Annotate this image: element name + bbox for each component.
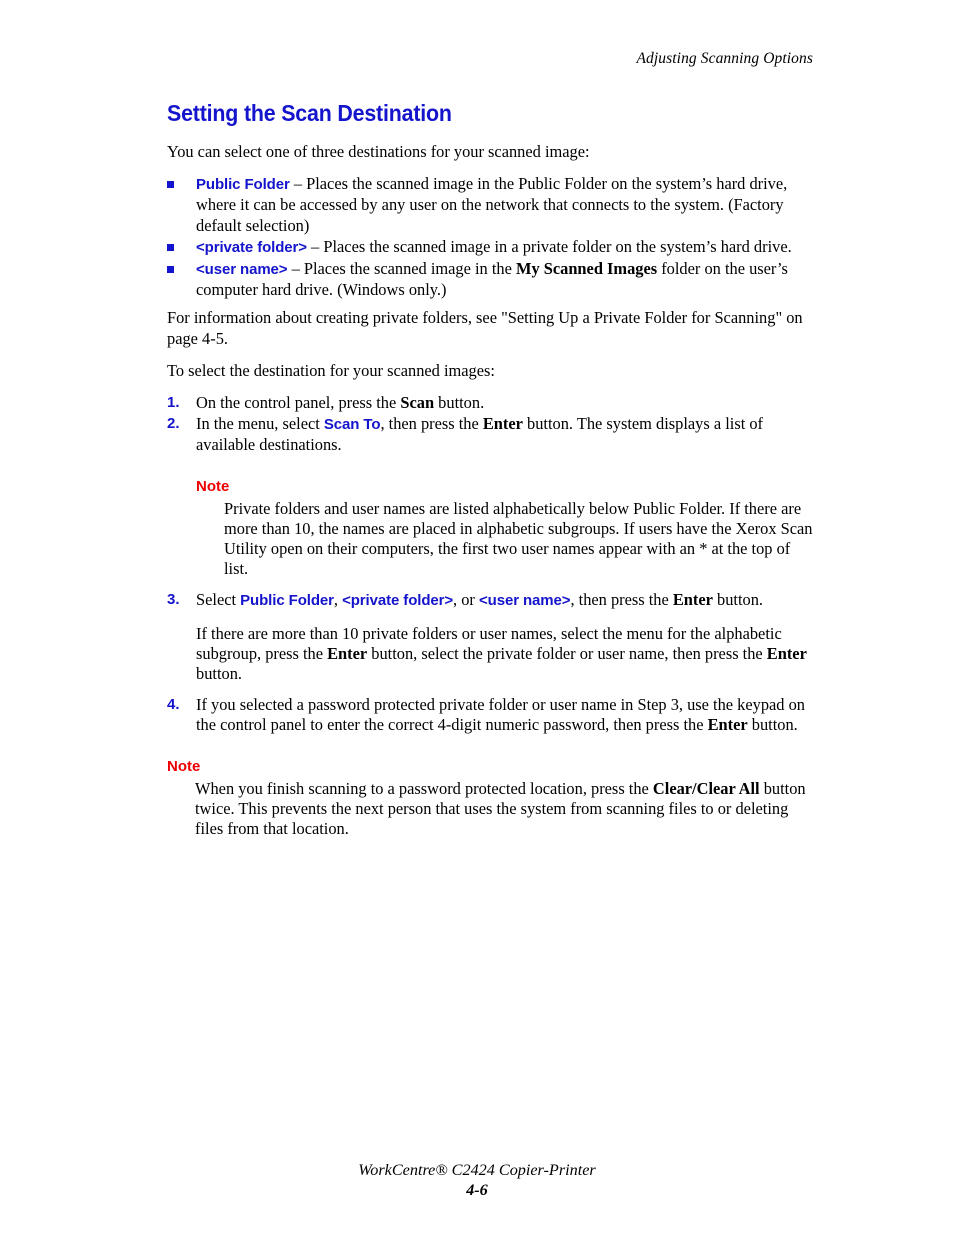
step-text-before: On the control panel, press the: [196, 393, 401, 413]
scan-to-menu-label: Scan To: [323, 416, 381, 434]
step-2: 2. In the menu, select Scan To, then pres…: [167, 414, 815, 455]
step-text-before: Select: [196, 590, 241, 610]
enter-button-label: Enter: [482, 414, 523, 434]
user-name-option-label: <user name>: [478, 592, 571, 610]
enter-button-label: Enter: [707, 715, 748, 735]
step-text-before: In the menu, select: [196, 414, 324, 434]
destinations-list: Public Folder – Places the scanned image…: [167, 174, 815, 300]
step-text-after: button.: [712, 590, 764, 610]
list-item: Public Folder – Places the scanned image…: [167, 174, 815, 236]
step-number: 2.: [167, 415, 180, 433]
enter-button-label: Enter: [766, 643, 807, 663]
step-4: 4. If you selected a password protected p…: [167, 695, 815, 735]
procedure-steps-part-1: 1. On the control panel, press the Scan b…: [167, 393, 815, 456]
destination-term-user-name: <user name>: [196, 261, 288, 279]
enter-button-label: Enter: [672, 590, 713, 610]
page-title: Setting the Scan Destination: [167, 100, 452, 126]
intro-paragraph: You can select one of three destinations…: [167, 142, 590, 161]
note-block-2: Note When you finish scanning to a passw…: [167, 758, 815, 840]
step-number: 4.: [167, 696, 180, 714]
page-content: Setting the Scan Destination You can sel…: [167, 100, 815, 839]
footer-product-name: WorkCentre® C2424 Copier-Printer: [358, 1161, 596, 1179]
destination-description-before: – Places the scanned image in the: [287, 259, 516, 279]
step-text-after: button.: [434, 393, 485, 413]
scan-button-label: Scan: [400, 393, 435, 413]
note-block-1: Note Private folders and user names are …: [167, 478, 815, 580]
square-bullet-icon: [167, 181, 174, 189]
step-1: 1. On the control panel, press the Scan b…: [167, 393, 815, 413]
step-number: 1.: [167, 394, 180, 412]
page-footer: WorkCentre® C2424 Copier-Printer 4-6: [0, 1160, 954, 1200]
step-text-middle: , then press the: [380, 414, 483, 434]
square-bullet-icon: [167, 243, 174, 251]
step-3: 3. Select Public Folder, <private folder>…: [167, 590, 815, 684]
note-text-before: When you finish scanning to a password p…: [195, 778, 653, 798]
step-number: 3.: [167, 591, 180, 609]
sub-text-middle: button, select the private folder or use…: [367, 643, 767, 663]
footer-page-number: 4-6: [466, 1181, 488, 1199]
step-separator: ,: [333, 590, 343, 610]
clear-clear-all-button-label: Clear/Clear All: [652, 778, 760, 798]
destination-term-public-folder: Public Folder: [196, 176, 290, 194]
sub-text-after: button.: [196, 664, 242, 684]
cross-reference-paragraph: For information about creating private f…: [167, 308, 803, 348]
square-bullet-icon: [167, 266, 174, 274]
running-header: Adjusting Scanning Options: [636, 50, 813, 67]
my-scanned-images-label: My Scanned Images: [515, 259, 658, 279]
note-body: Private folders and user names are liste…: [224, 498, 813, 579]
step-text-after: button.: [747, 715, 798, 735]
enter-button-label: Enter: [327, 643, 368, 663]
private-folder-option-label: <private folder>: [342, 592, 454, 610]
note-label: Note: [167, 757, 201, 775]
step-3-sub-paragraph: If there are more than 10 private folder…: [196, 624, 815, 685]
procedure-steps-part-2: 3. Select Public Folder, <private folder>…: [167, 590, 815, 735]
public-folder-option-label: Public Folder: [240, 592, 334, 610]
step-text-middle: , then press the: [570, 590, 673, 610]
document-page: Adjusting Scanning Options Setting the S…: [0, 0, 954, 1235]
list-item: <private folder> – Places the scanned im…: [167, 237, 815, 258]
list-item: <user name> – Places the scanned image i…: [167, 259, 815, 300]
note-body: When you finish scanning to a password p…: [167, 779, 815, 840]
step-separator: , or: [453, 590, 479, 610]
note-label: Note: [196, 477, 230, 495]
destination-term-private-folder: <private folder>: [196, 238, 307, 256]
lead-in-paragraph: To select the destination for your scann…: [167, 360, 495, 380]
destination-description: – Places the scanned image in a private …: [306, 236, 792, 256]
